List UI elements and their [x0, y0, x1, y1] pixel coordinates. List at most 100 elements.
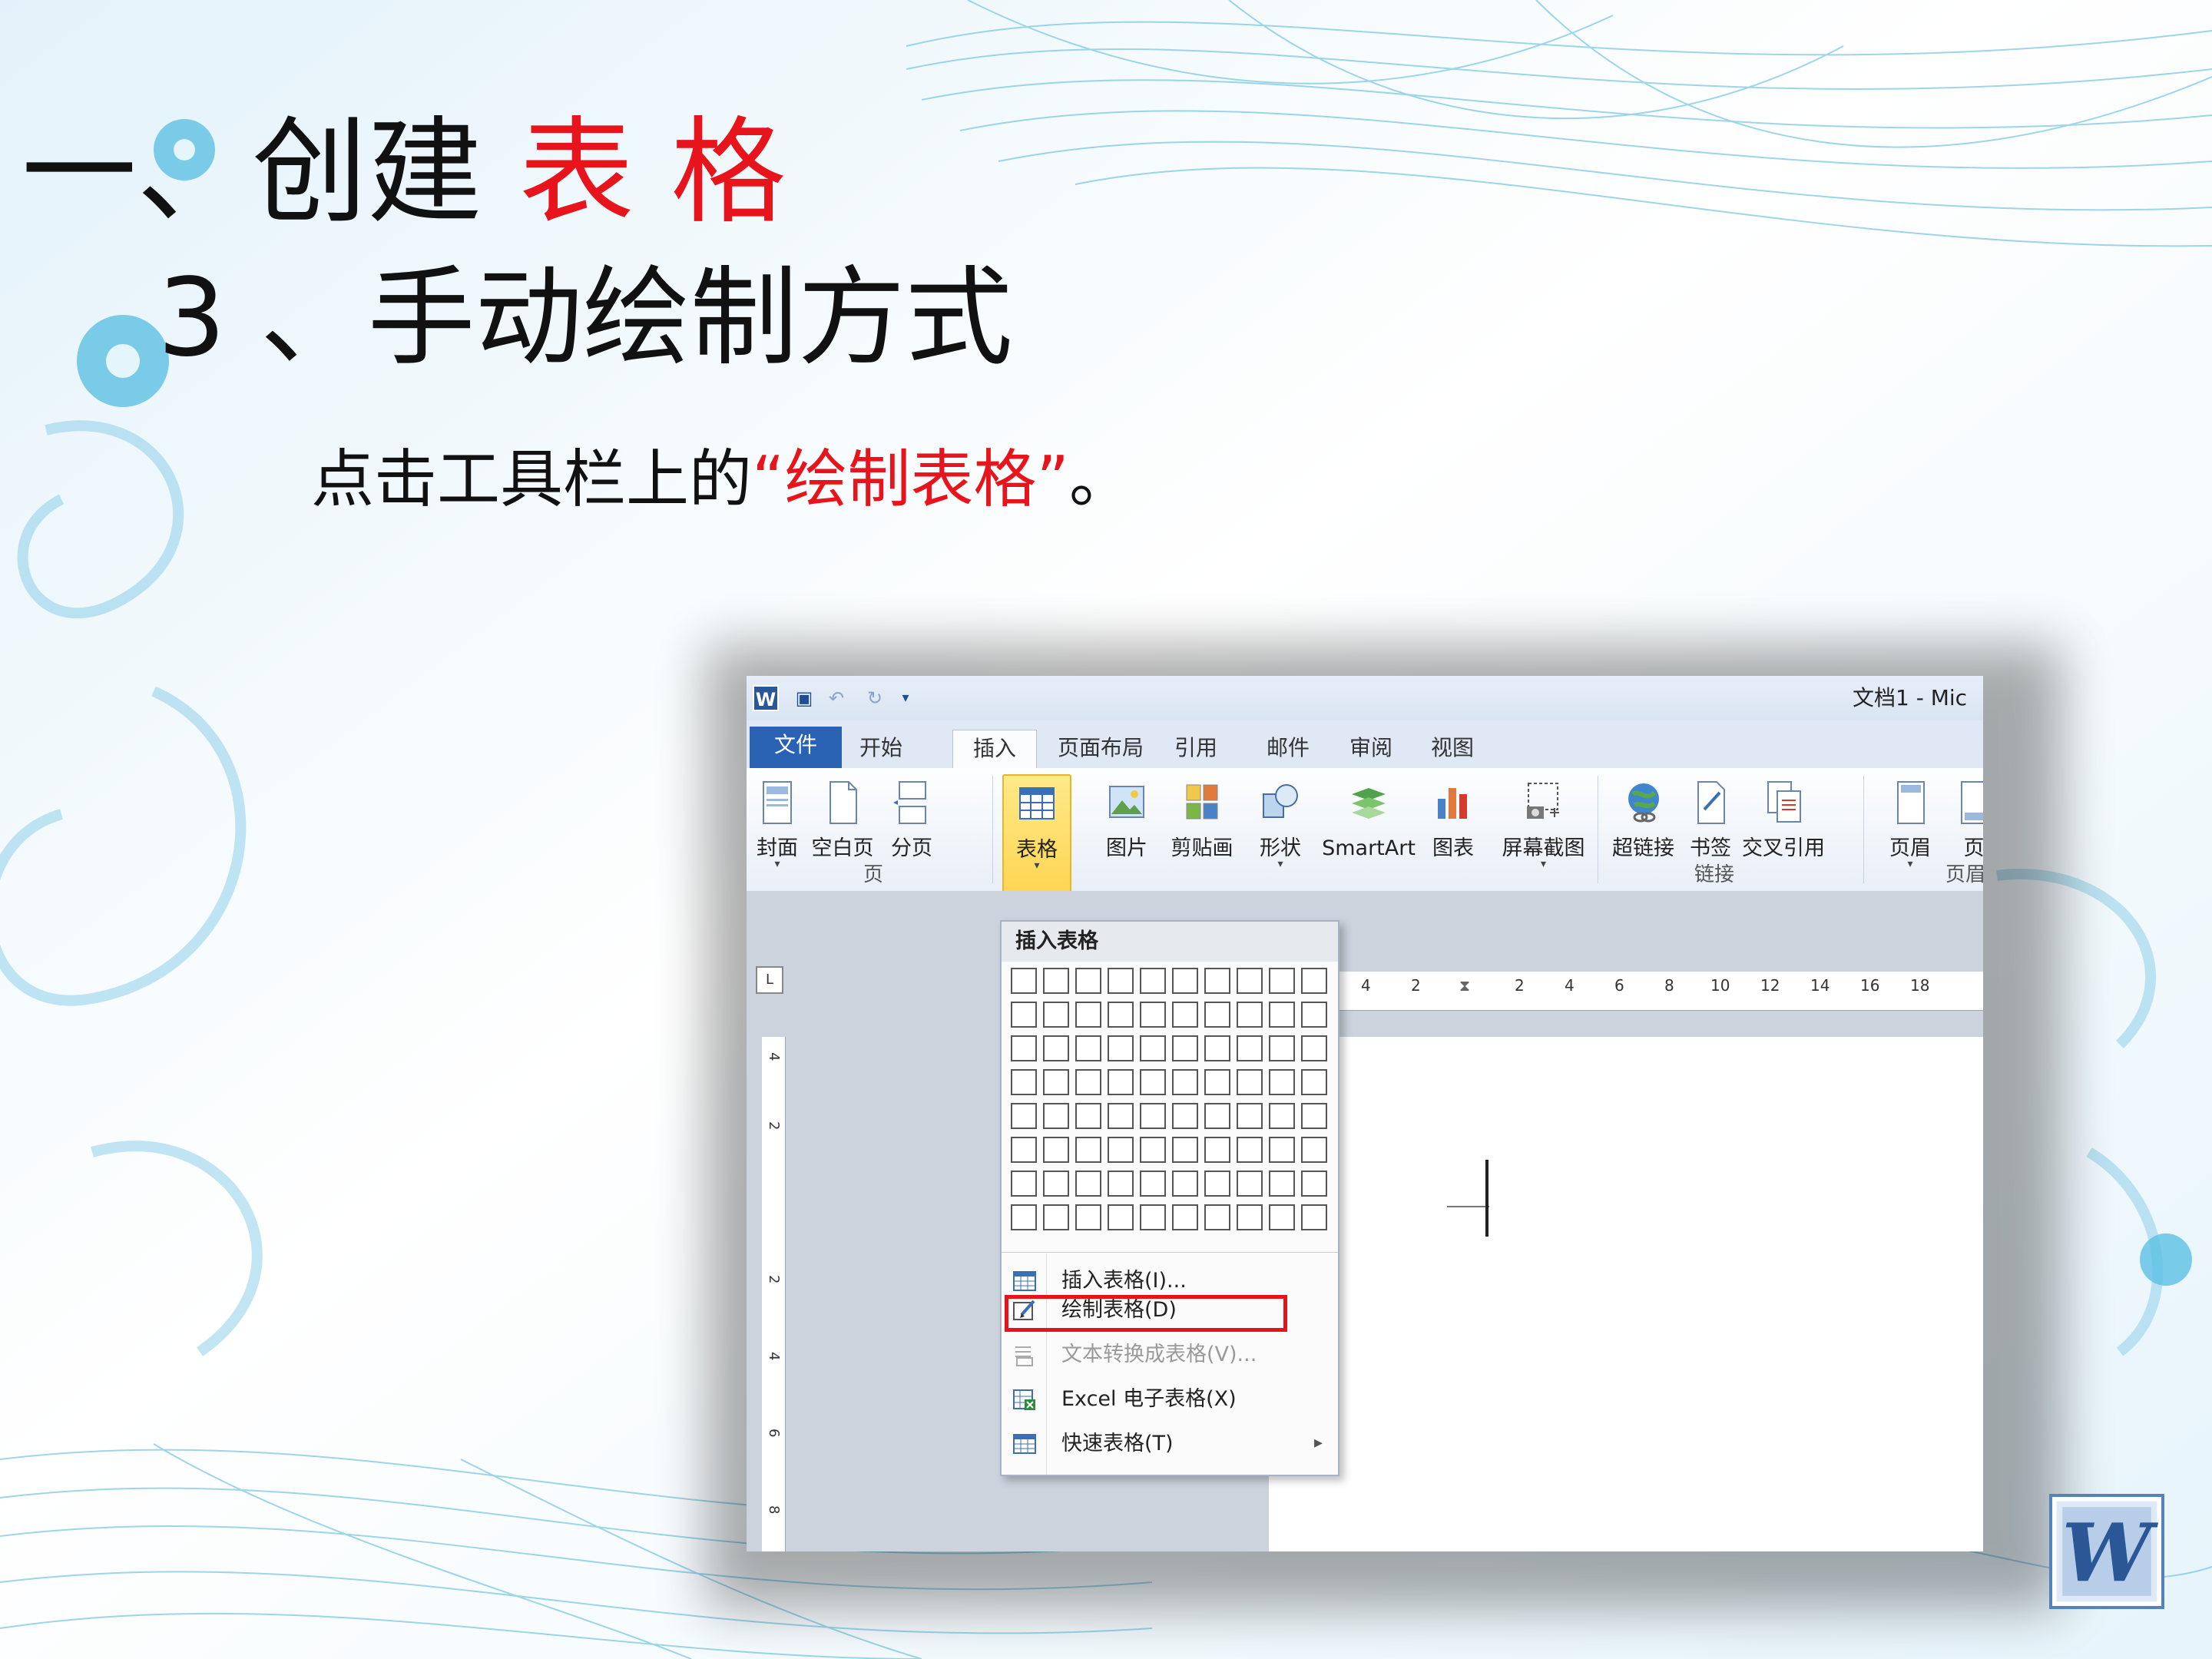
- table-grid-cell[interactable]: [1269, 1035, 1295, 1061]
- table-grid-cell[interactable]: [1075, 1069, 1101, 1095]
- save-icon[interactable]: ▣: [791, 685, 817, 711]
- document-page[interactable]: [1269, 1037, 1983, 1551]
- table-grid-cell[interactable]: [1043, 1137, 1069, 1163]
- table-grid-cell[interactable]: [1108, 1035, 1134, 1061]
- table-grid-cell[interactable]: [1108, 1204, 1134, 1230]
- table-grid-cell[interactable]: [1140, 1069, 1166, 1095]
- tab-references[interactable]: 引用: [1161, 730, 1230, 768]
- table-grid-cell[interactable]: [1237, 1035, 1263, 1061]
- tab-home[interactable]: 开始: [846, 730, 916, 768]
- table-grid-cell[interactable]: [1075, 1171, 1101, 1197]
- tab-stop-selector[interactable]: L: [756, 966, 783, 994]
- table-grid-cell[interactable]: [1011, 968, 1037, 994]
- footer-button[interactable]: 页: [1951, 774, 1983, 870]
- table-grid-cell[interactable]: [1237, 1204, 1263, 1230]
- table-grid-cell[interactable]: [1269, 1171, 1295, 1197]
- table-grid-cell[interactable]: [1043, 1171, 1069, 1197]
- table-grid-cell[interactable]: [1108, 968, 1134, 994]
- customize-toolbar-icon[interactable]: ▾: [892, 685, 919, 711]
- table-grid-cell[interactable]: [1301, 1171, 1327, 1197]
- table-grid-cell[interactable]: [1269, 1137, 1295, 1163]
- table-grid-cell[interactable]: [1140, 1002, 1166, 1028]
- hyperlink-button[interactable]: 超链接: [1607, 774, 1680, 870]
- table-grid-cell[interactable]: [1108, 1137, 1134, 1163]
- page-break-button[interactable]: 分页: [885, 774, 939, 870]
- vertical-ruler[interactable]: 4 2 2 4 6 8: [762, 1037, 786, 1551]
- table-grid-cell[interactable]: [1301, 1137, 1327, 1163]
- table-grid-cell[interactable]: [1108, 1103, 1134, 1129]
- table-grid-cell[interactable]: [1269, 1002, 1295, 1028]
- cover-page-button[interactable]: 封面 ▾: [754, 774, 800, 870]
- table-grid-cell[interactable]: [1237, 968, 1263, 994]
- table-grid-cell[interactable]: [1075, 1035, 1101, 1061]
- menu-item-excel-spreadsheet[interactable]: Excel 电子表格(X): [1002, 1378, 1338, 1421]
- table-grid-cell[interactable]: [1172, 1204, 1198, 1230]
- table-grid-cell[interactable]: [1301, 1069, 1327, 1095]
- tab-mailings[interactable]: 邮件: [1253, 730, 1323, 768]
- tab-insert[interactable]: 插入: [952, 730, 1037, 770]
- table-grid-cell[interactable]: [1108, 1171, 1134, 1197]
- cross-reference-button[interactable]: 交叉引用: [1737, 774, 1830, 870]
- table-grid-cell[interactable]: [1075, 1137, 1101, 1163]
- shapes-button[interactable]: 形状 ▾: [1253, 774, 1307, 870]
- table-grid-cell[interactable]: [1011, 1204, 1037, 1230]
- table-grid-cell[interactable]: [1043, 1204, 1069, 1230]
- tab-file[interactable]: 文件: [750, 727, 842, 768]
- table-grid-cell[interactable]: [1204, 1204, 1230, 1230]
- table-grid-cell[interactable]: [1108, 1002, 1134, 1028]
- bookmark-button[interactable]: 书签: [1684, 774, 1737, 870]
- table-grid-cell[interactable]: [1204, 1002, 1230, 1028]
- table-grid-cell[interactable]: [1043, 968, 1069, 994]
- table-grid-cell[interactable]: [1237, 1002, 1263, 1028]
- horizontal-ruler[interactable]: 4 2 ⧗ 2 4 6 8 10 12 14 16 18: [1284, 972, 1983, 1011]
- tab-review[interactable]: 审阅: [1336, 730, 1406, 768]
- table-grid-cell[interactable]: [1140, 968, 1166, 994]
- tab-page-layout[interactable]: 页面布局: [1051, 730, 1151, 768]
- table-grid-cell[interactable]: [1108, 1069, 1134, 1095]
- table-grid-cell[interactable]: [1301, 1204, 1327, 1230]
- table-size-grid[interactable]: [1011, 968, 1333, 1244]
- table-grid-cell[interactable]: [1172, 1069, 1198, 1095]
- table-grid-cell[interactable]: [1075, 968, 1101, 994]
- table-grid-cell[interactable]: [1011, 1035, 1037, 1061]
- table-grid-cell[interactable]: [1043, 1035, 1069, 1061]
- table-grid-cell[interactable]: [1011, 1069, 1037, 1095]
- table-grid-cell[interactable]: [1301, 1035, 1327, 1061]
- table-grid-cell[interactable]: [1301, 968, 1327, 994]
- table-grid-cell[interactable]: [1204, 1103, 1230, 1129]
- table-grid-cell[interactable]: [1075, 1103, 1101, 1129]
- table-grid-cell[interactable]: [1237, 1069, 1263, 1095]
- indent-marker-icon[interactable]: ⧗: [1459, 976, 1470, 995]
- table-grid-cell[interactable]: [1204, 1171, 1230, 1197]
- table-grid-cell[interactable]: [1172, 1171, 1198, 1197]
- table-grid-cell[interactable]: [1237, 1137, 1263, 1163]
- table-grid-cell[interactable]: [1172, 968, 1198, 994]
- table-grid-cell[interactable]: [1172, 1035, 1198, 1061]
- redo-icon[interactable]: ↻: [862, 685, 888, 711]
- table-grid-cell[interactable]: [1172, 1002, 1198, 1028]
- table-grid-cell[interactable]: [1011, 1002, 1037, 1028]
- picture-button[interactable]: 图片: [1100, 774, 1154, 870]
- undo-icon[interactable]: ↶: [823, 685, 849, 711]
- table-grid-cell[interactable]: [1269, 1103, 1295, 1129]
- table-grid-cell[interactable]: [1011, 1137, 1037, 1163]
- table-grid-cell[interactable]: [1140, 1137, 1166, 1163]
- chart-button[interactable]: 图表: [1430, 774, 1476, 870]
- header-button[interactable]: 页眉 ▾: [1883, 774, 1937, 870]
- table-grid-cell[interactable]: [1269, 1204, 1295, 1230]
- clip-art-button[interactable]: 剪贴画: [1167, 774, 1237, 870]
- table-grid-cell[interactable]: [1172, 1137, 1198, 1163]
- table-grid-cell[interactable]: [1140, 1171, 1166, 1197]
- table-grid-cell[interactable]: [1172, 1103, 1198, 1129]
- table-grid-cell[interactable]: [1075, 1204, 1101, 1230]
- table-grid-cell[interactable]: [1301, 1002, 1327, 1028]
- word-app-icon[interactable]: W: [753, 685, 779, 711]
- table-grid-cell[interactable]: [1269, 1069, 1295, 1095]
- table-grid-cell[interactable]: [1043, 1002, 1069, 1028]
- menu-item-quick-tables[interactable]: 快速表格(T) ▸: [1002, 1422, 1338, 1465]
- table-grid-cell[interactable]: [1075, 1002, 1101, 1028]
- table-grid-cell[interactable]: [1204, 1035, 1230, 1061]
- blank-page-button[interactable]: 空白页: [808, 774, 877, 870]
- smartart-button[interactable]: SmartArt: [1319, 774, 1419, 870]
- table-grid-cell[interactable]: [1204, 968, 1230, 994]
